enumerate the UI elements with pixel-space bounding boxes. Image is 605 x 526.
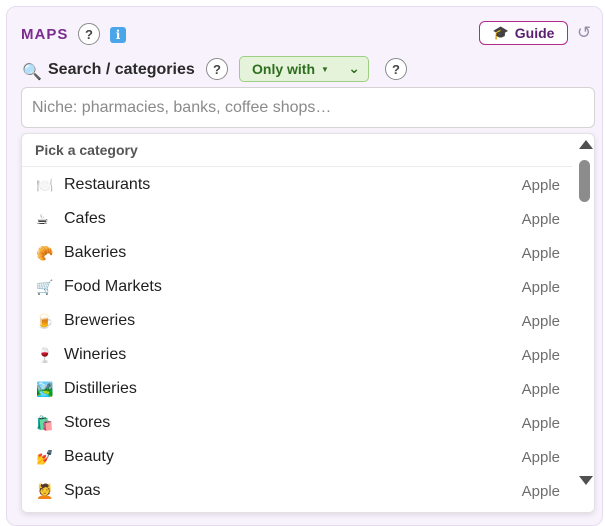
scroll-thumb[interactable] xyxy=(579,160,590,202)
category-name: Beauty xyxy=(64,448,114,465)
category-item[interactable]: 🛍️ Stores Apple xyxy=(22,406,572,440)
category-icon: 🍽️ xyxy=(36,176,54,193)
filter-label: Only with xyxy=(252,61,315,77)
maps-help-button[interactable]: ? xyxy=(78,23,100,45)
category-name: Distilleries xyxy=(64,380,137,397)
category-name: Stores xyxy=(64,414,111,431)
category-name: Bakeries xyxy=(64,244,127,261)
category-source: Apple xyxy=(521,312,560,330)
niche-search-input[interactable] xyxy=(21,87,595,128)
category-source: Apple xyxy=(521,482,560,500)
filter-help-button[interactable]: ? xyxy=(385,58,407,80)
category-source: Apple xyxy=(521,278,560,296)
category-icon: 🛒 xyxy=(36,278,54,295)
caret-down-icon: ▼ xyxy=(321,64,329,74)
category-icon: 🍷 xyxy=(36,346,54,363)
guide-label: Guide xyxy=(514,25,555,41)
scrollbar[interactable] xyxy=(575,134,594,494)
category-name: Wineries xyxy=(64,346,127,363)
chevron-down-icon: ⌄ xyxy=(348,60,360,76)
category-item[interactable]: 🍷 Wineries Apple xyxy=(22,338,572,372)
category-source: Apple xyxy=(521,380,560,398)
category-source: Apple xyxy=(521,176,560,194)
category-icon: 💆 xyxy=(36,482,54,499)
category-icon: 🏞️ xyxy=(36,380,54,397)
category-item[interactable]: 💅 Beauty Apple xyxy=(22,440,572,474)
category-item[interactable]: 🏞️ Distilleries Apple xyxy=(22,372,572,406)
category-icon: ☕ xyxy=(36,210,49,227)
category-source: Apple xyxy=(521,244,560,262)
category-list: 🍽️ Restaurants Apple ☕ Cafes Apple 🥐 Bakeries Ap… xyxy=(22,168,572,508)
dropdown-header: Pick a category xyxy=(22,134,572,167)
category-item[interactable]: 💆 Spas Apple xyxy=(22,474,572,508)
category-source: Apple xyxy=(521,414,560,432)
category-name: Breweries xyxy=(64,312,136,329)
scroll-down-arrow-icon[interactable] xyxy=(579,476,593,485)
reset-icon[interactable]: ↺ xyxy=(577,23,591,43)
search-help-button[interactable]: ? xyxy=(206,58,228,80)
category-source: Apple xyxy=(521,346,560,364)
category-name: Cafes xyxy=(64,210,106,227)
category-name: Spas xyxy=(64,482,101,499)
category-item[interactable]: 🍽️ Restaurants Apple xyxy=(22,168,572,202)
category-item[interactable]: 🍺 Breweries Apple xyxy=(22,304,572,338)
category-item[interactable]: 🥐 Bakeries Apple xyxy=(22,236,572,270)
graduation-cap-icon: 🎓 xyxy=(492,25,509,40)
guide-button[interactable]: 🎓 Guide xyxy=(479,21,568,45)
search-categories-label: Search / categories xyxy=(48,61,195,78)
category-dropdown: Pick a category 🍽️ Restaurants Apple ☕ Cafes… xyxy=(21,133,595,513)
category-name: Food Markets xyxy=(64,278,162,295)
category-icon: 💅 xyxy=(36,448,54,465)
category-source: Apple xyxy=(521,448,560,466)
category-icon: 🍺 xyxy=(36,312,54,329)
category-source: Apple xyxy=(521,210,560,228)
info-icon[interactable]: i xyxy=(110,27,126,43)
category-icon: 🥐 xyxy=(36,244,54,261)
section-title: MAPS xyxy=(21,26,69,43)
category-item[interactable]: 🛒 Food Markets Apple xyxy=(22,270,572,304)
category-item[interactable]: ☕ Cafes Apple xyxy=(22,202,572,236)
category-name: Restaurants xyxy=(64,176,151,193)
search-icon: 🔍 xyxy=(22,64,42,81)
scroll-up-arrow-icon[interactable] xyxy=(579,140,593,149)
filter-dropdown[interactable]: Only with ▼ ⌄ xyxy=(239,56,369,82)
category-icon: 🛍️ xyxy=(36,414,54,431)
